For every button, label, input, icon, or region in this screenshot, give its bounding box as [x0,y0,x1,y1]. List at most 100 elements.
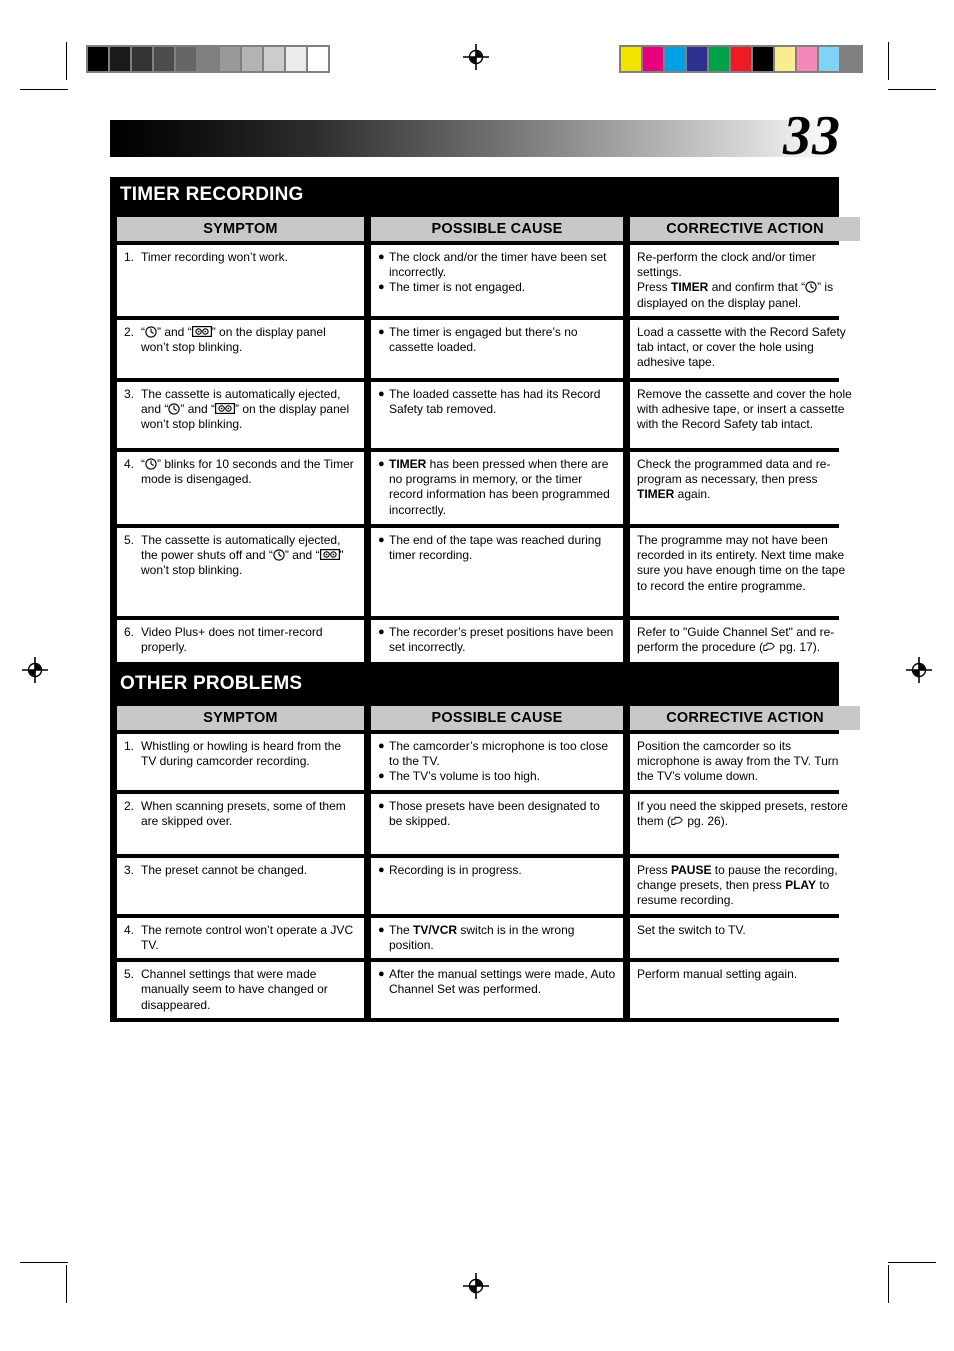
symptom-cell: 2. “” and “” on the display panel won’t s… [117,319,364,378]
corrective-action-cell: Check the programmed data and re-program… [630,451,860,524]
cause-item: ● The camcorder’s microphone is too close… [378,739,616,769]
symptom-text: The preset cannot be changed. [141,862,308,877]
column-header-corrective-action: CORRECTIVE ACTION [630,217,860,241]
cause-item: ● The timer is not engaged. [378,280,616,295]
cause-item: ● Those presets have been designated to b… [378,799,616,829]
bullet-icon: ● [378,387,385,400]
cause-text: The TV/VCR switch is in the wrong positi… [389,922,575,952]
gray-patch-10 [308,47,328,71]
cause-item: ● The loaded cassette has had its Record … [378,387,616,417]
action-text: Position the camcorder so its microphone… [637,738,839,784]
cause-item: ● The TV’s volume is too high. [378,769,616,784]
bullet-icon: ● [378,533,385,546]
crop-mark-bottom-left-vertical [66,1265,67,1303]
table-row: 3. The cassette is automatically ejected,… [117,381,860,448]
gray-patch-4 [176,47,196,71]
grayscale-step-wedge [86,45,330,73]
possible-cause-cell: ● The clock and/or the timer have been se… [371,245,623,316]
table-header-row: SYMPTOM POSSIBLE CAUSE CORRECTIVE ACTION [117,705,860,730]
action-text: Refer to "Guide Channel Set" and re-perf… [637,624,835,655]
symptom-cell: 5. The cassette is automatically ejected,… [117,527,364,616]
symptom-text: The remote control won’t operate a JVC T… [141,922,354,952]
possible-cause-cell: ● The camcorder’s microphone is too close… [371,733,623,790]
symptom-cell: 6. Video Plus+ does not timer-record prop… [117,619,364,662]
corrective-action-cell: Press PAUSE to pause the recording, chan… [630,857,860,914]
color-patch-8 [797,47,817,71]
color-patch-9 [819,47,839,71]
registration-crosshair-icon-bottom [463,1273,489,1299]
row-number: 5. [124,967,135,982]
clock-icon [805,281,817,294]
gray-patch-2 [132,47,152,71]
symptom-text: The cassette is automatically ejected, t… [141,532,344,578]
cause-text: The TV’s volume is too high. [389,769,540,784]
cause-item: ● Recording is in progress. [378,863,616,878]
possible-cause-cell: ● Those presets have been designated to b… [371,793,623,854]
troubleshooting-tables: TIMER RECORDING SYMPTOM POSSIBLE CAUSE CORR… [110,177,860,1022]
registration-crosshair-icon [463,44,489,70]
bullet-icon: ● [378,625,385,638]
table-row: 5. Channel settings that were made manual… [117,962,860,1018]
symptom-text: Video Plus+ does not timer-record proper… [141,624,323,655]
bullet-icon: ● [378,968,385,981]
gray-patch-3 [154,47,174,71]
row-number: 1. [124,250,135,264]
symptom-text: Timer recording won’t work. [141,250,288,264]
bullet-icon: ● [378,770,385,783]
bullet-icon: ● [378,863,385,876]
color-patch-1 [643,47,663,71]
cause-item: ● TIMER has been pressed when there are n… [378,457,616,518]
page-number: 33 [783,105,841,167]
table-row: 3. The preset cannot be changed. ● Recordin… [117,857,860,914]
cause-text: Those presets have been designated to be… [389,798,600,829]
row-number: 5. [124,532,135,547]
gray-patch-6 [220,47,240,71]
table-row: 2. “” and “” on the display panel won’t s… [117,319,860,378]
clock-icon [273,549,285,561]
action-text: Check the programmed data and re-program… [637,456,831,502]
bullet-icon: ● [378,799,385,812]
row-number: 1. [124,738,135,753]
color-control-patches [619,45,863,73]
cause-text: The timer is not engaged. [389,280,526,295]
symptom-cell: 4. The remote control won’t operate a JVC… [117,917,364,959]
cause-text: The timer is engaged but there’s no cass… [389,324,578,355]
symptom-cell: 1. Timer recording won’t work. [117,245,364,316]
pointing-hand-icon [671,816,684,826]
column-header-symptom: SYMPTOM [117,217,364,241]
cause-item: ● After the manual settings were made, Au… [378,967,616,997]
cause-text: The clock and/or the timer have been set… [389,250,607,280]
bullet-icon: ● [378,325,385,338]
bullet-icon: ● [378,281,385,294]
crop-mark-bottom-right-horizontal [888,1262,936,1263]
corrective-action-cell: Perform manual setting again. [630,962,860,1018]
action-text: Remove the cassette and cover the hole w… [637,386,852,432]
corrective-action-cell: Refer to "Guide Channel Set" and re-perf… [630,619,860,662]
possible-cause-cell: ● The TV/VCR switch is in the wrong posit… [371,917,623,959]
cause-item: ● The TV/VCR switch is in the wrong posit… [378,923,616,953]
page-number-band: 33 [110,108,840,164]
section-title-0: TIMER RECORDING [120,184,304,205]
action-text: Press PAUSE to pause the recording, chan… [637,862,838,908]
symptom-text: Whistling or howling is heard from the T… [141,738,342,769]
cause-item: ● The recorder’s preset positions have be… [378,625,616,655]
bullet-icon: ● [378,457,385,470]
cassette-icon [215,403,236,415]
color-patch-10 [841,47,861,71]
cause-text: The camcorder’s microphone is too close … [389,738,608,769]
symptom-text: The cassette is automatically ejected, a… [141,386,350,432]
action-text: If you need the skipped presets, restore… [637,798,848,829]
column-header-symptom: SYMPTOM [117,705,364,730]
crop-mark-bottom-left-horizontal [20,1262,68,1263]
color-patch-4 [709,47,729,71]
row-number: 4. [124,922,135,937]
row-number: 2. [124,798,135,813]
table-row: 1. Whistling or howling is heard from the… [117,733,860,790]
crop-mark-top-right-vertical [888,42,889,80]
gray-patch-0 [88,47,108,71]
troubleshooting-table-0: SYMPTOM POSSIBLE CAUSE CORRECTIVE ACTION 1.… [110,213,867,666]
column-header-possible-cause: POSSIBLE CAUSE [371,217,623,241]
action-text: Re-perform the clock and/or timer settin… [637,250,834,310]
corrective-action-cell: The programme may not have been recorded… [630,527,860,616]
row-number: 6. [124,624,135,639]
